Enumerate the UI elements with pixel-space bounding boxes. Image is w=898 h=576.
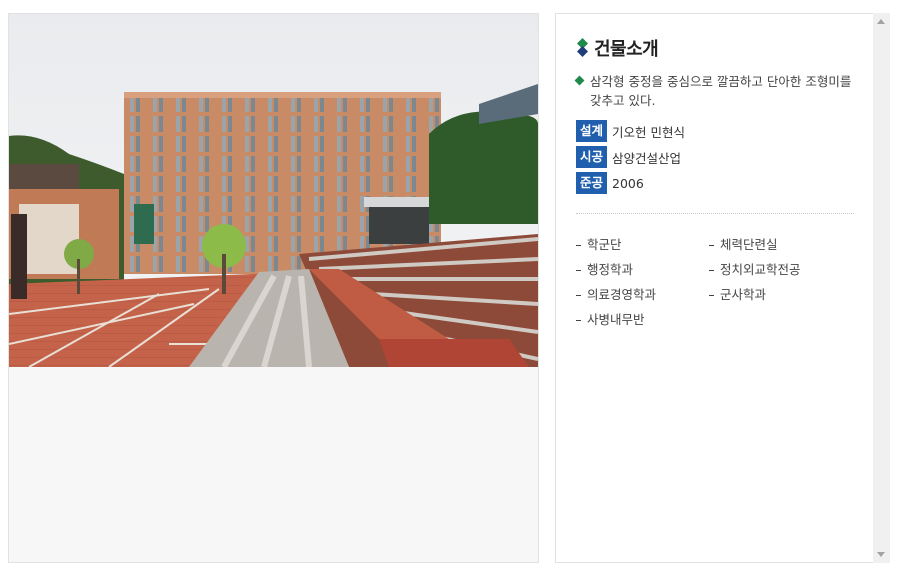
bullet-icon (574, 75, 585, 86)
info-panel: 건물소개 삼각형 중정을 중심으로 깔끔하고 단아한 조형미를 갖추고 있다. … (555, 13, 890, 563)
list-item: 정치외교학전공 (709, 260, 859, 279)
construction-badge: 시공 (576, 146, 608, 168)
completion-value: 2006 (612, 175, 644, 191)
list-item: 군사학과 (709, 285, 859, 304)
title-row: 건물소개 (576, 34, 856, 62)
design-value: 기오헌 민현식 (612, 124, 685, 140)
list-item: 학군단 (576, 235, 709, 254)
completion-badge: 준공 (576, 172, 608, 194)
building-photo (9, 14, 538, 367)
list-item: 의료경영학과 (576, 285, 709, 304)
scroll-down-icon[interactable] (877, 552, 885, 557)
page-title: 건물소개 (594, 39, 659, 60)
list-item: 행정학과 (576, 260, 709, 279)
construction-value: 삼양건설산업 (612, 150, 682, 166)
design-badge: 설계 (576, 120, 608, 142)
description-text: 삼각형 중정을 중심으로 깔끔하고 단아한 조형미를 갖추고 있다. (590, 74, 852, 108)
info-row-design: 설계 기오헌 민현식 (576, 120, 856, 142)
info-row-completion: 준공 2006 (576, 172, 856, 194)
divider (576, 213, 854, 214)
list-item: 사병내무반 (576, 310, 709, 329)
scrollbar[interactable] (873, 13, 890, 563)
info-row-construction: 시공 삼양건설산업 (576, 146, 856, 168)
department-list: 학군단 체력단련실 행정학과 정치외교학전공 의료경영학과 군사학과 사병내무반 (576, 235, 856, 329)
diamond-icon (576, 38, 589, 58)
info-content: 건물소개 삼각형 중정을 중심으로 깔끔하고 단아한 조형미를 갖추고 있다. … (574, 34, 856, 329)
list-item: 체력단련실 (709, 235, 859, 254)
photo-panel (8, 13, 539, 563)
info-list: 설계 기오헌 민현식 시공 삼양건설산업 준공 2006 (576, 120, 856, 194)
scroll-up-icon[interactable] (877, 19, 885, 24)
description: 삼각형 중정을 중심으로 깔끔하고 단아한 조형미를 갖추고 있다. (574, 72, 856, 110)
